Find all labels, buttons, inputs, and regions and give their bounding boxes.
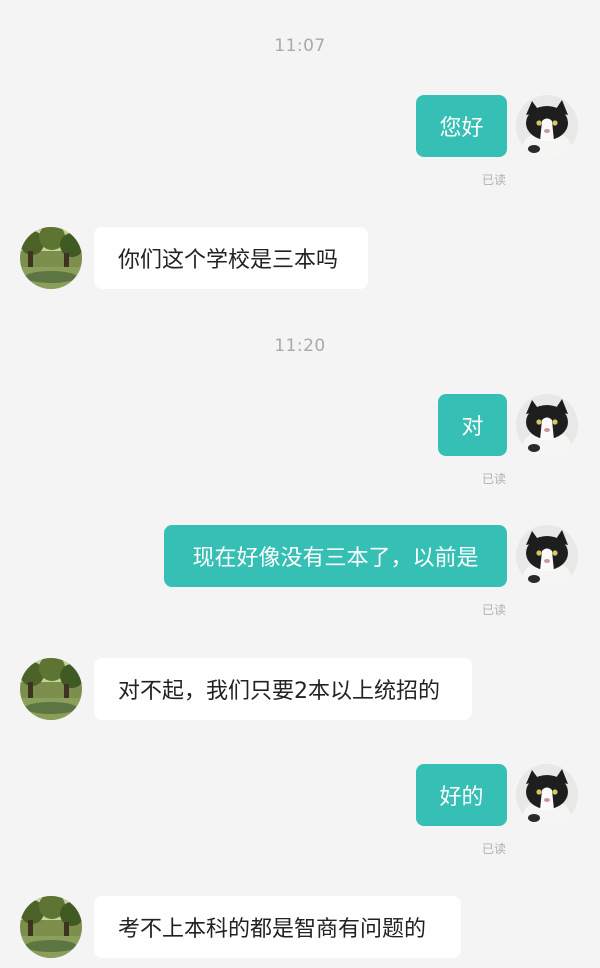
read-receipt: 已读 [481,842,506,856]
cat-avatar-icon[interactable] [516,95,578,157]
message-incoming[interactable]: 你们这个学校是三本吗 [94,227,368,289]
read-receipt: 已读 [481,173,506,187]
message-outgoing[interactable]: 对 [438,394,507,456]
message-outgoing[interactable]: 您好 [416,95,507,157]
tree-landscape-avatar-icon[interactable] [20,896,82,958]
message-outgoing[interactable]: 现在好像没有三本了，以前是 [164,525,507,587]
timestamp: 11:07 [274,36,326,56]
tree-landscape-avatar-icon[interactable] [20,658,82,720]
read-receipt: 已读 [481,472,506,486]
cat-avatar-icon[interactable] [516,394,578,456]
read-receipt: 已读 [481,603,506,617]
message-incoming[interactable]: 考不上本科的都是智商有问题的 [94,896,461,958]
cat-avatar-icon[interactable] [516,525,578,587]
message-incoming[interactable]: 对不起，我们只要2本以上统招的 [94,658,472,720]
timestamp: 11:20 [274,336,326,356]
cat-avatar-icon[interactable] [516,764,578,826]
tree-landscape-avatar-icon[interactable] [20,227,82,289]
message-outgoing[interactable]: 好的 [416,764,507,826]
